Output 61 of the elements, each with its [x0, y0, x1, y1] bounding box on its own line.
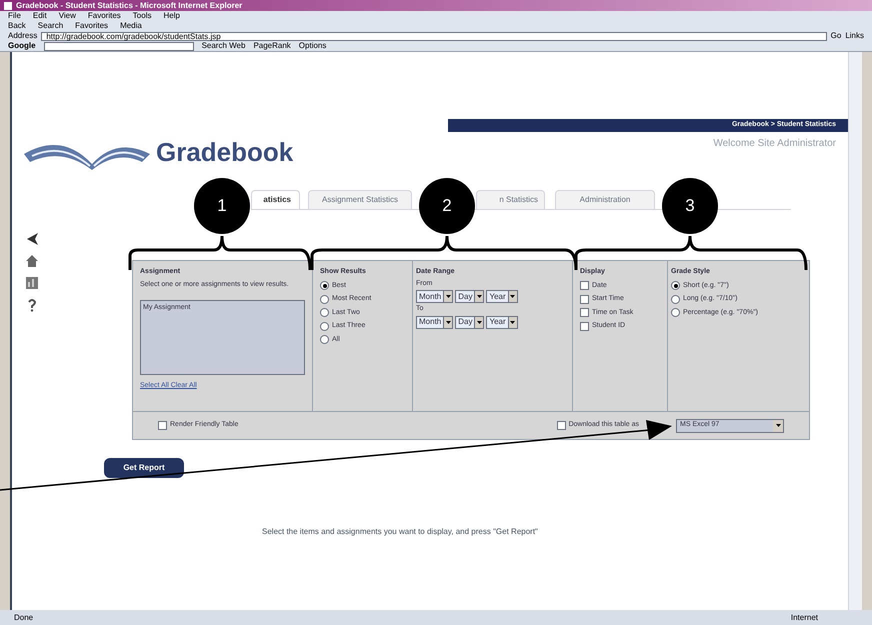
go-button[interactable]: Go	[830, 30, 842, 42]
checkbox[interactable]	[580, 294, 589, 304]
help-icon[interactable]	[27, 298, 37, 312]
get-report-button[interactable]: Get Report	[104, 458, 184, 478]
tab[interactable]: n Statistics	[476, 190, 545, 209]
status-text: Done	[14, 612, 34, 624]
menu-item[interactable]: Edit	[32, 10, 47, 22]
caret-icon	[474, 316, 484, 328]
dropdown[interactable]: Month	[416, 316, 454, 328]
caret-icon	[773, 420, 783, 432]
toolbar-button[interactable]: Favorites	[75, 20, 108, 32]
radio-button[interactable]	[671, 294, 680, 304]
toolbar-button[interactable]: Media	[120, 20, 142, 32]
links-label: Links	[845, 30, 864, 42]
zone-text: Internet	[790, 612, 818, 624]
checkbox[interactable]	[158, 421, 167, 430]
menu-item[interactable]: Tools	[132, 10, 152, 22]
radio-button[interactable]	[320, 335, 329, 344]
toolbar-button[interactable]: PageRank	[253, 40, 291, 52]
address-label: Address	[8, 30, 38, 42]
search-field[interactable]	[44, 42, 194, 50]
toolbar-button[interactable]: Back	[8, 20, 26, 32]
toolbar-button[interactable]: Options	[298, 40, 326, 52]
logo-text: Gradebook	[156, 136, 294, 168]
radio-button[interactable]	[320, 308, 329, 318]
caret-icon	[508, 316, 517, 328]
back-arrow-icon[interactable]	[25, 232, 39, 246]
tab[interactable]: Administration	[555, 190, 655, 209]
google-label: Google	[8, 40, 36, 52]
radio-button[interactable]	[320, 281, 329, 290]
window-title-bar: Gradebook - Student Statistics - Microsoft Internet Explorer	[0, 0, 872, 11]
caret-icon	[474, 291, 484, 302]
radio-button[interactable]	[671, 308, 680, 318]
checkbox[interactable]	[580, 308, 589, 318]
welcome-text: Welcome Site Administrator	[713, 136, 837, 150]
menu-item[interactable]: Favorites	[88, 10, 121, 22]
tab[interactable]: atistics	[251, 190, 300, 209]
caret-icon	[508, 291, 517, 302]
caret-icon	[443, 316, 452, 328]
dropdown[interactable]: Month	[416, 290, 454, 303]
toolbar-button[interactable]: Search	[38, 20, 64, 32]
menu-item[interactable]: View	[58, 10, 76, 22]
address-field[interactable]: http://gradebook.com/gradebook/studentStats.jsp	[41, 32, 827, 40]
radio-button[interactable]	[320, 294, 329, 304]
radio-button[interactable]	[671, 281, 680, 290]
radio-button[interactable]	[320, 322, 329, 331]
checkbox[interactable]	[580, 281, 589, 290]
dropdown[interactable]: Year	[486, 290, 518, 303]
tab[interactable]: Assignment Statistics	[308, 190, 412, 209]
toolbar-button[interactable]: Search Web	[202, 40, 246, 52]
checkbox[interactable]	[580, 322, 589, 331]
dropdown[interactable]: Year	[486, 316, 518, 328]
menu-item[interactable]: Help	[163, 10, 180, 22]
caret-icon	[443, 291, 452, 302]
dropdown[interactable]: Day	[455, 316, 484, 328]
home-icon[interactable]	[25, 254, 39, 268]
checkbox[interactable]	[556, 421, 566, 430]
chart-icon[interactable]	[25, 276, 39, 290]
menu-item[interactable]: File	[8, 10, 21, 22]
dropdown[interactable]: Day	[455, 290, 484, 303]
instruction-text: Select the items and assignments you want to display, and press "Get Report"	[262, 526, 539, 538]
